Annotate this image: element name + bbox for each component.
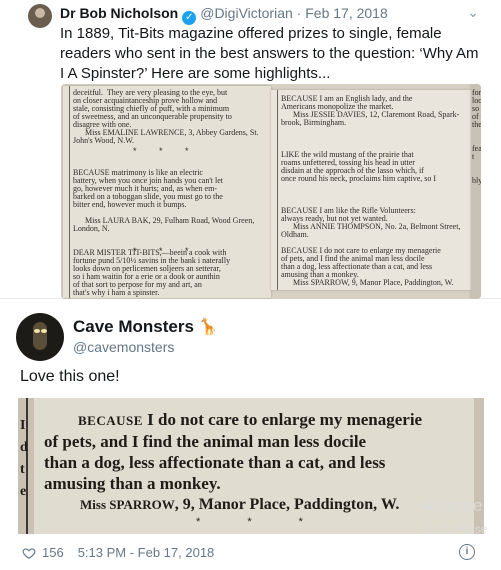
reply-image[interactable]: Idte BECAUSE I do not care to enlarge my… — [18, 398, 484, 534]
author-handle[interactable]: @DigiVictorian — [200, 5, 293, 21]
clipping-line: John's Wood, N.W. — [73, 136, 135, 145]
quoted-tweet-header: Dr Bob Nicholson ✓ @DigiVictorian · Feb 17… — [60, 5, 388, 25]
newspaper-clipping-edge: fortlooso iof tthe vfeatbly — [471, 84, 481, 299]
clipping-edge-letter: e — [20, 484, 27, 499]
clipping-line: London, N. — [73, 224, 110, 233]
closeup-line-4: amusing than a monkey. — [44, 474, 221, 493]
tweet-date[interactable]: Feb 17, 2018 — [305, 5, 388, 21]
clipping-line: that's why i ham a spinster. — [73, 288, 160, 297]
author-avatar[interactable] — [28, 4, 52, 28]
activate-windows-subtext: Go to PC se — [422, 522, 488, 536]
closeup-signature: Miss SPARROW, 9, Manor Place, Paddington… — [80, 496, 399, 514]
clipping-edge-letters: Idte — [18, 398, 32, 534]
verified-icon: ✓ — [182, 11, 197, 25]
avatar-face — [33, 322, 47, 350]
tweet-image[interactable]: deceitful. They are very pleasing to the… — [61, 84, 481, 299]
clipping-line: brook, Birmingham. — [281, 118, 347, 127]
closeup-line-1-text: I do not care to enlarge my menagerie — [142, 410, 423, 429]
giraffe-icon: 🦒 — [197, 319, 218, 336]
clipping-stars: * * * — [133, 146, 199, 156]
closeup-stars: * * * — [196, 516, 325, 528]
clipping-line: Miss SPARROW, 9, Manor Place, Paddington… — [281, 278, 454, 287]
clipping-edge-line: bly — [472, 176, 481, 185]
chevron-down-icon[interactable]: ⌄ — [467, 4, 479, 21]
closeup-signature-name: Miss SPARROW — [80, 497, 175, 512]
closeup-line-3: than a dog, less affectionate than a cat… — [44, 453, 386, 472]
info-icon[interactable]: i — [459, 544, 475, 560]
newspaper-clipping-right: BECAUSE I am an English lady, and the Ame… — [271, 90, 471, 290]
newspaper-clipping-left: deceitful. They are very pleasing to the… — [63, 86, 271, 298]
column-rule — [69, 86, 70, 298]
clipping-line: once round his neck, proclaims him capti… — [281, 174, 437, 183]
avatar-eye — [41, 329, 47, 333]
reply-author-name[interactable]: Cave Monsters — [73, 317, 194, 336]
closeup-signature-address: , 9, Manor Place, Paddington, W. — [174, 496, 400, 513]
tweet-footer: 156 5:13 PM - Feb 17, 2018 — [22, 545, 214, 560]
reply-author[interactable]: Cave Monsters 🦒 — [73, 317, 218, 337]
author-name[interactable]: Dr Bob Nicholson — [60, 5, 178, 21]
clipping-line: Oldham. — [281, 230, 309, 239]
cave-monster-avatar[interactable] — [16, 313, 64, 361]
clipping-line: bitter end, however much it bumps. — [73, 200, 187, 209]
closeup-line-2: of pets, and I find the animal man less … — [44, 432, 367, 451]
closeup-line-1: BECAUSE I do not care to enlarge my mena… — [78, 410, 422, 430]
clipping-edge-line: t — [472, 152, 475, 161]
tweet-timestamp[interactable]: 5:13 PM - Feb 17, 2018 — [78, 545, 215, 560]
column-rule — [277, 90, 278, 290]
clipping-stars: * * * — [133, 246, 199, 256]
like-count[interactable]: 156 — [42, 545, 64, 560]
avatar-eye — [34, 329, 40, 333]
heart-icon[interactable] — [22, 546, 36, 560]
closeup-lead-word: BECAUSE — [78, 413, 143, 428]
clipping-edge-letter: d — [20, 440, 28, 455]
reply-text: Love this one! — [20, 368, 120, 385]
clipping-edge-line: the v — [472, 120, 481, 129]
quoted-tweet-text: In 1889, Tit-Bits magazine offered prize… — [60, 25, 479, 82]
activate-windows-watermark: Activate — [422, 496, 483, 515]
reply-author-handle[interactable]: @cavemonsters — [73, 339, 174, 355]
clipping-edge-letter: t — [20, 462, 25, 477]
quoted-tweet[interactable]: Dr Bob Nicholson ✓ @DigiVictorian · Feb 17… — [0, 0, 501, 299]
header-separator: · — [296, 5, 302, 21]
clipping-edge-letter: I — [20, 418, 26, 433]
